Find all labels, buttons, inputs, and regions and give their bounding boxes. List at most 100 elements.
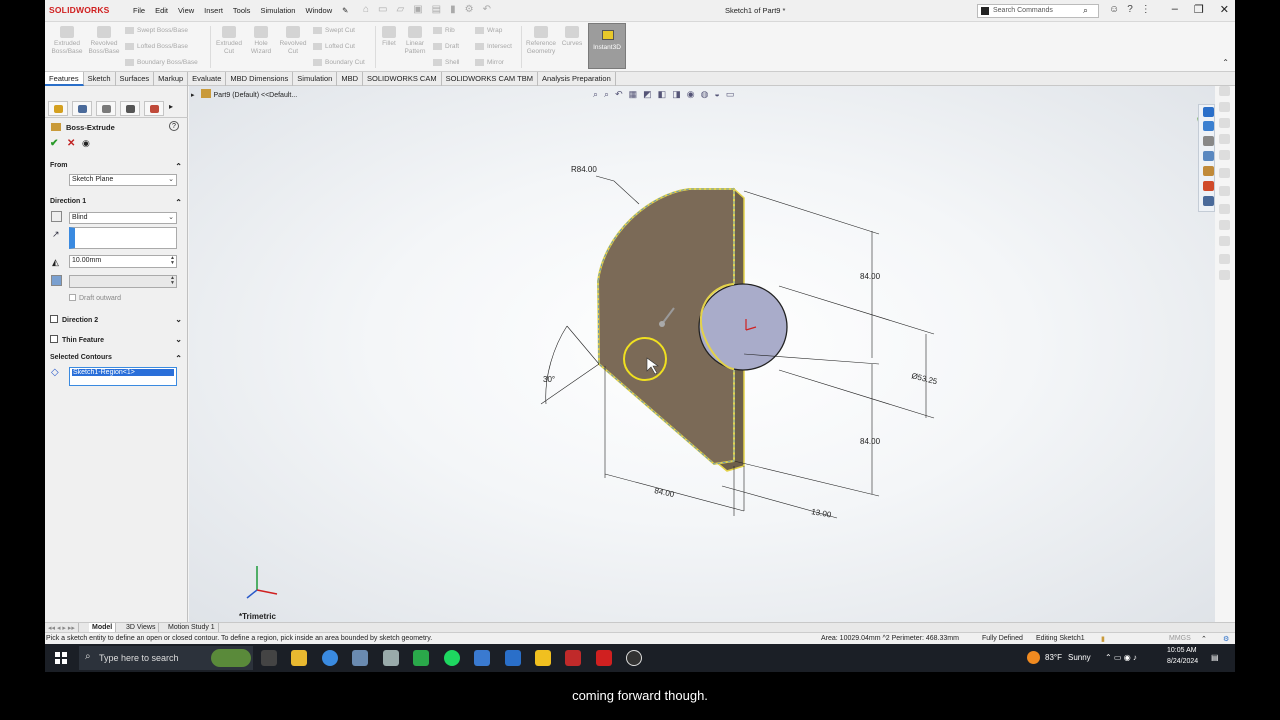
zoom-to-fit-icon[interactable]: ⌕ [593, 89, 598, 100]
tab-evaluate[interactable]: Evaluate [188, 72, 227, 86]
collapse-ribbon-icon[interactable]: ⌃ [1222, 58, 1229, 67]
end-condition-select[interactable]: Blind ⌄ [69, 212, 177, 224]
chevron-down-icon[interactable]: ⌄ [175, 315, 182, 324]
rt-icon[interactable] [1219, 186, 1230, 196]
rt-icon[interactable] [1219, 204, 1230, 214]
previous-view-icon[interactable]: ↶ [615, 89, 623, 100]
rt-icon[interactable] [1219, 86, 1230, 96]
units-label[interactable]: MMGS [1169, 635, 1191, 642]
dim-radius[interactable]: R84.00 [571, 165, 597, 174]
menu-simulation[interactable]: Simulation [260, 6, 295, 15]
swept-boss-button[interactable]: Swept Boss/Base [125, 27, 188, 34]
section-direction-1[interactable]: Direction 1 ⌃ [50, 198, 182, 207]
from-select[interactable]: Sketch Plane ⌄ [69, 174, 177, 186]
tab-solidworks-cam[interactable]: SOLIDWORKS CAM [363, 72, 442, 86]
outlook-icon[interactable] [474, 650, 490, 666]
extruded-cut-button[interactable]: Extruded Cut [213, 26, 245, 55]
media-player-icon[interactable] [626, 650, 642, 666]
feature-manager-tab[interactable] [48, 101, 68, 116]
help-icon[interactable]: ? [169, 121, 179, 131]
fillet-button[interactable]: Fillet [378, 26, 400, 48]
restore-icon[interactable]: ❐ [1194, 3, 1204, 16]
tray-icons[interactable]: ⌃ ▭ ◉ ♪ [1105, 653, 1137, 662]
options-icon[interactable]: ⚙ [465, 4, 474, 15]
rt-icon[interactable] [1219, 270, 1230, 280]
boundary-boss-button[interactable]: Boundary Boss/Base [125, 59, 198, 66]
instant3d-button[interactable]: Instant3D [588, 23, 626, 69]
weather-widget-icon[interactable] [211, 649, 251, 667]
home-icon[interactable] [1203, 121, 1214, 131]
tab-markup[interactable]: Markup [154, 72, 189, 86]
units-arrow-icon[interactable]: ⌃ [1201, 635, 1207, 643]
task-view-icon[interactable] [261, 650, 277, 666]
tab-analysis-preparation[interactable]: Analysis Preparation [538, 72, 616, 86]
tab-3d-views[interactable]: 3D Views [123, 623, 160, 632]
mirror-button[interactable]: Mirror [475, 59, 504, 66]
tab-mbd[interactable]: MBD [337, 72, 363, 86]
graphics-area[interactable]: R84.00 84.00 84.00 Ø53.25 84.00 13.00 30… [189, 86, 1215, 622]
chrome-icon[interactable] [322, 650, 338, 666]
pin-icon[interactable]: ✎ [342, 6, 348, 15]
dim-bottom-width[interactable]: 84.00 [654, 486, 676, 499]
draft-toggle-icon[interactable] [51, 275, 62, 286]
tab-model[interactable]: Model [89, 623, 117, 632]
dim-angle[interactable]: 30° [543, 375, 555, 384]
menu-insert[interactable]: Insert [204, 6, 223, 15]
rt-icon[interactable] [1219, 150, 1230, 160]
undo-icon[interactable]: ↶ [483, 4, 491, 15]
new-icon[interactable]: ▭ [378, 4, 387, 15]
contour-item[interactable]: Sketch1-Region<1> [72, 369, 174, 376]
tab-solidworks-cam-tbm[interactable]: SOLIDWORKS CAM TBM [442, 72, 538, 86]
view-orientation-icon[interactable]: ◧ [658, 89, 667, 100]
open-icon[interactable]: ▱ [397, 4, 405, 15]
draft-angle-input[interactable]: ▲ ▼ [69, 275, 177, 288]
extruded-boss-button[interactable]: Extruded Boss/Base [51, 26, 83, 55]
notifications-icon[interactable]: ▤ [1211, 653, 1219, 662]
view-palette-icon[interactable] [1203, 166, 1214, 176]
spinner-icon[interactable]: ▲ ▼ [170, 256, 175, 266]
feature-tree-breadcrumb[interactable]: ▸ Part9 (Default) <<Default... [191, 89, 297, 99]
user-icon[interactable]: ☺ [1109, 4, 1119, 15]
tab-motion-study[interactable]: Motion Study 1 [165, 623, 219, 632]
sticky-notes-icon[interactable] [535, 650, 551, 666]
section-selected-contours[interactable]: Selected Contours ⌃ [50, 354, 182, 363]
draft-outward-checkbox[interactable]: Draft outward [69, 294, 121, 302]
menu-view[interactable]: View [178, 6, 194, 15]
more-tabs-icon[interactable]: ▸ [169, 102, 173, 111]
hide-show-icon[interactable]: ◉ [687, 89, 695, 100]
appearances-icon[interactable] [1203, 181, 1214, 191]
rt-icon[interactable] [1219, 102, 1230, 112]
dim-lower-height[interactable]: 84.00 [860, 437, 881, 446]
contours-list[interactable]: Sketch1-Region<1> [69, 367, 177, 386]
direction-selection-box[interactable] [69, 227, 177, 249]
chevron-up-icon[interactable]: ⌃ [175, 162, 182, 171]
preview-eye-icon[interactable]: ◉ [82, 138, 90, 149]
hole-wizard-button[interactable]: Hole Wizard [247, 26, 275, 55]
tab-mbd-dimensions[interactable]: MBD Dimensions [226, 72, 294, 86]
display-manager-tab[interactable] [144, 101, 164, 116]
revolved-boss-button[interactable]: Revolved Boss/Base [87, 26, 121, 55]
intersect-button[interactable]: Intersect [475, 43, 512, 50]
rt-icon[interactable] [1219, 220, 1230, 230]
linear-pattern-button[interactable]: Linear Pattern [401, 26, 429, 55]
search-icon[interactable]: ⌕ [1083, 5, 1088, 16]
configuration-manager-tab[interactable] [96, 101, 116, 116]
rt-icon[interactable] [1219, 254, 1230, 264]
reverse-direction-icon[interactable] [51, 211, 62, 222]
rt-icon[interactable] [1219, 168, 1230, 178]
display-style-icon[interactable]: ◨ [672, 89, 681, 100]
menu-tools[interactable]: Tools [233, 6, 251, 15]
property-manager-tab[interactable] [72, 101, 92, 116]
view-settings-icon[interactable]: ▭ [726, 89, 735, 100]
chevron-up-icon[interactable]: ⌃ [175, 354, 182, 363]
home-icon[interactable]: ⌂ [363, 4, 369, 15]
draft-button[interactable]: Draft [433, 43, 459, 50]
minimize-icon[interactable]: – [1172, 3, 1178, 16]
menu-window[interactable]: Window [305, 6, 332, 15]
design-library-icon[interactable] [1203, 136, 1214, 146]
app-icon[interactable] [383, 650, 399, 666]
windows-start-icon[interactable] [55, 652, 67, 664]
menu-file[interactable]: File [133, 6, 145, 15]
revolved-cut-button[interactable]: Revolved Cut [277, 26, 309, 55]
help-icon[interactable]: ? [1127, 4, 1133, 15]
